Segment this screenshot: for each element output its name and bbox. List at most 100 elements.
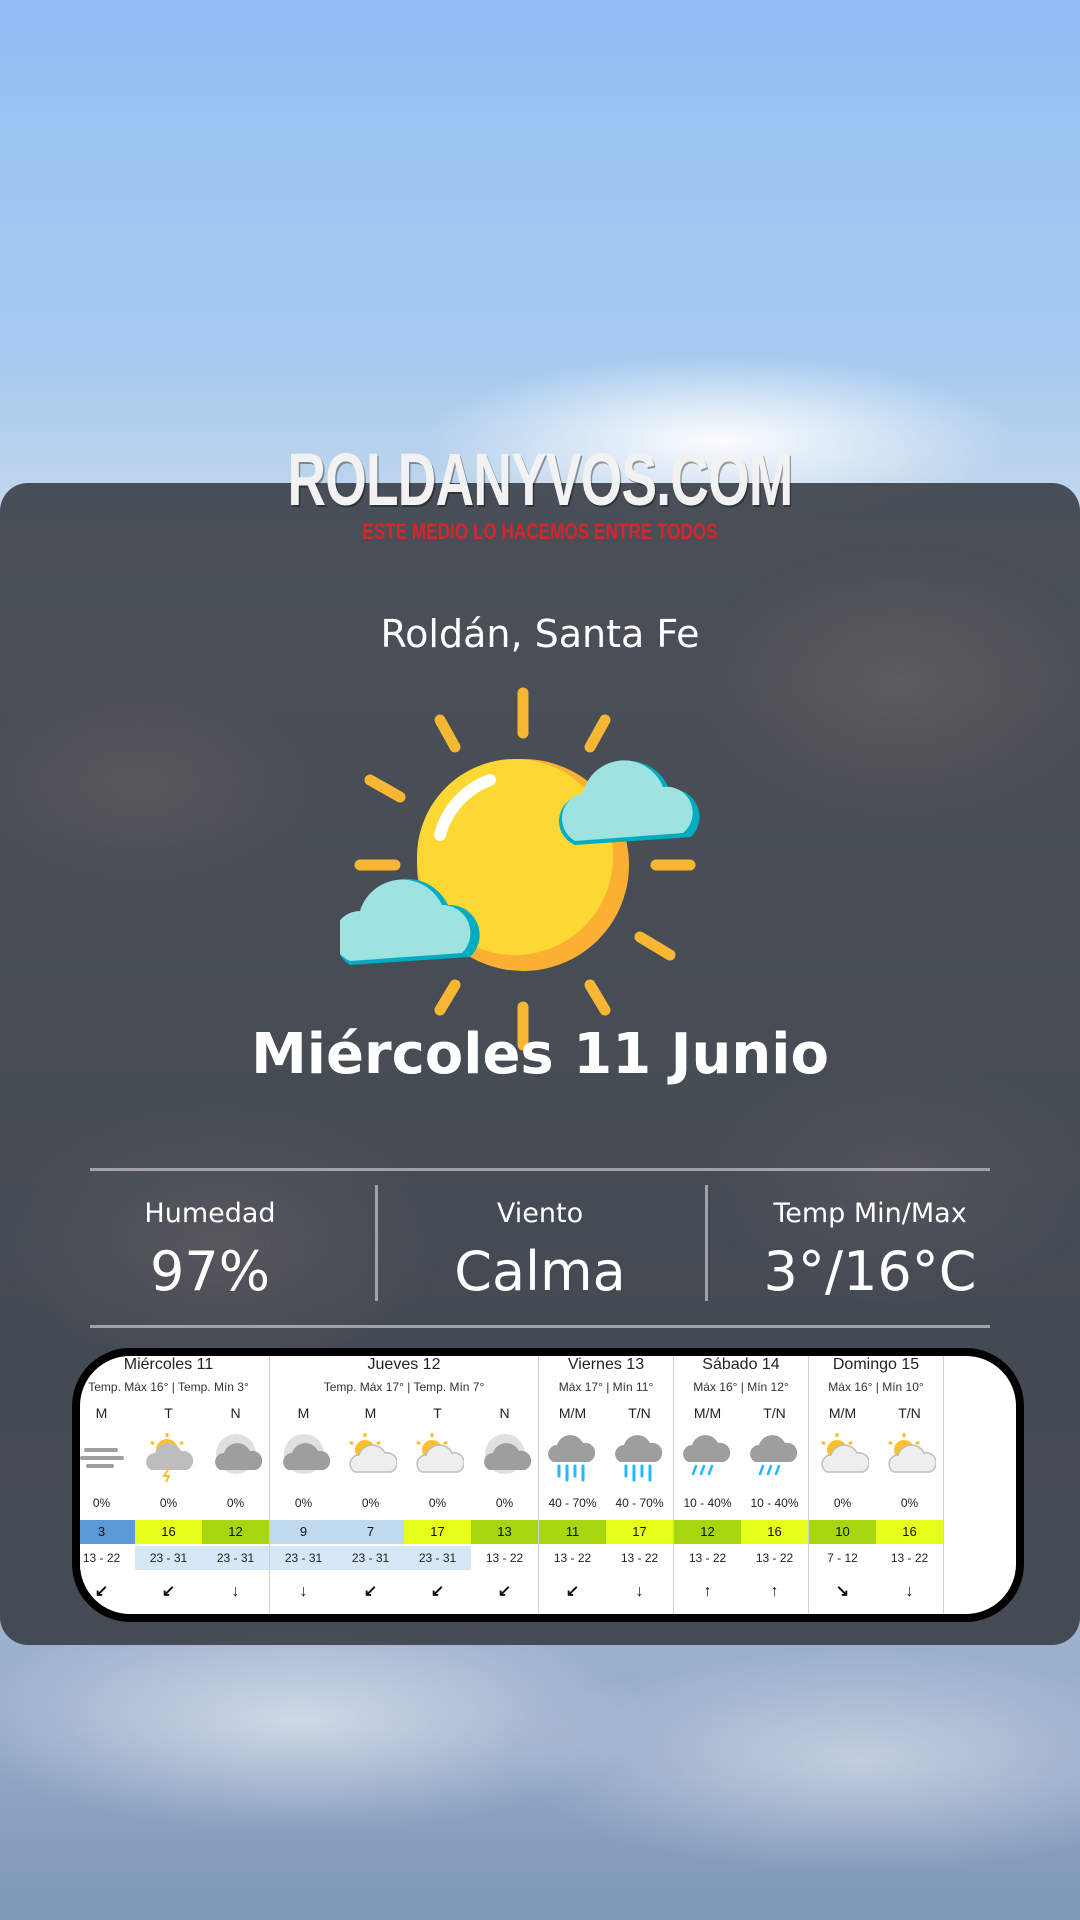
forecast-day-title: Jueves 12 xyxy=(367,1356,441,1373)
wind-value: Calma xyxy=(454,1240,626,1303)
forecast-day: Sábado 14 Máx 16° | Mín 12° M/M 10 - 40% 12 1… xyxy=(674,1356,809,1614)
forecast-period: T/N 0% 16 13 - 22 ↓ xyxy=(876,1402,943,1614)
range-value: 13 - 22 xyxy=(80,1546,135,1570)
period-label: T xyxy=(433,1405,442,1421)
range-value: 13 - 22 xyxy=(471,1546,538,1570)
range-value: 7 - 12 xyxy=(809,1546,876,1570)
precipitation-probability: 0% xyxy=(495,1496,514,1510)
forecast-period: M 0% 7 23 - 31 ↙ xyxy=(337,1402,404,1614)
forecast-periods: M/M 40 - 70% 11 13 - 22 ↙ T/N 40 - 70% 17 13 - 2… xyxy=(539,1402,673,1614)
precipitation-probability: 0% xyxy=(92,1496,111,1510)
temperature-index: 17 xyxy=(606,1520,673,1544)
forecast-day-temps: Máx 17° | Mín 11° xyxy=(558,1380,654,1394)
temperature-index: 16 xyxy=(135,1520,202,1544)
wind-direction-icon: ↑ xyxy=(703,1583,712,1600)
precipitation-probability: 0% xyxy=(361,1496,380,1510)
temperature-index: 3 xyxy=(80,1520,135,1544)
logo-text: ROLDANYVOS.COM xyxy=(287,438,794,521)
period-label: T/N xyxy=(763,1405,786,1421)
temperature-value: 3°/16°C xyxy=(763,1240,977,1303)
range-value: 23 - 31 xyxy=(404,1546,471,1570)
fog-icon xyxy=(80,1448,124,1468)
current-date: Miércoles 11 Junio xyxy=(251,1022,829,1087)
forecast-periods: M/M 10 - 40% 12 13 - 22 ↑ T/N 10 - 40% 16 13 - 2… xyxy=(674,1402,808,1614)
logo-tagline: ESTE MEDIO LO HACEMOS ENTRE TODOS xyxy=(362,519,718,544)
wind-label: Viento xyxy=(496,1198,584,1229)
wind-direction-icon: ↓ xyxy=(635,1583,644,1600)
range-value: 23 - 31 xyxy=(337,1546,404,1570)
forecast-period: T 0% 17 23 - 31 ↙ xyxy=(404,1402,471,1614)
period-label: M xyxy=(297,1405,310,1421)
precipitation-probability: 40 - 70% xyxy=(615,1496,664,1510)
partly-cloudy-icon xyxy=(416,1433,464,1473)
forecast-day: Domingo 15 Máx 16° | Mín 10° M/M 0% 10 7 - 12… xyxy=(809,1356,944,1614)
location-label: Roldán, Santa Fe xyxy=(380,612,700,656)
brand-logo: ROLDANYVOS.COM ESTE MEDIO LO HACEMOS ENT… xyxy=(0,440,1080,544)
period-label: T/N xyxy=(628,1405,651,1421)
forecast-day-temps: Temp. Máx 16° | Temp. Mín 3° xyxy=(88,1380,249,1394)
temperature-index: 11 xyxy=(539,1520,606,1544)
light-rain-icon xyxy=(683,1435,731,1476)
stat-divider xyxy=(375,1185,378,1301)
precipitation-probability: 0% xyxy=(226,1496,245,1510)
precipitation-probability: 0% xyxy=(833,1496,852,1510)
partly-cloudy-icon xyxy=(888,1433,936,1473)
temperature-index: 13 xyxy=(471,1520,538,1544)
range-value: 13 - 22 xyxy=(741,1546,808,1570)
wind-direction-icon: ↙ xyxy=(565,1583,580,1600)
partly-cloudy-icon xyxy=(821,1433,869,1473)
period-label: N xyxy=(499,1405,510,1421)
wind-direction-icon: ↓ xyxy=(299,1583,308,1600)
wind-stat: Viento Calma xyxy=(400,1196,680,1308)
partly-cloudy-icon xyxy=(349,1433,397,1473)
forecast-day: Jueves 12 Temp. Máx 17° | Temp. Mín 7° M 0%… xyxy=(270,1356,539,1614)
rain-icon xyxy=(615,1435,663,1482)
forecast-day-title: Viernes 13 xyxy=(567,1356,645,1373)
forecast-period: N 0% 12 23 - 31 ↓ xyxy=(202,1402,269,1614)
temperature-index: 9 xyxy=(270,1520,337,1544)
period-label: T/N xyxy=(898,1405,921,1421)
wind-direction-icon: ↙ xyxy=(430,1583,445,1600)
forecast-day-temps: Máx 16° | Mín 10° xyxy=(828,1380,924,1394)
rain-icon xyxy=(548,1435,596,1482)
forecast-period: T 0% 16 23 - 31 ↙ xyxy=(135,1402,202,1614)
wind-direction-icon: ↓ xyxy=(231,1583,240,1600)
forecast-period: M/M 10 - 40% 12 13 - 22 ↑ xyxy=(674,1402,741,1614)
period-label: N xyxy=(230,1405,241,1421)
forecast-day-temps: Temp. Máx 17° | Temp. Mín 7° xyxy=(323,1380,485,1394)
forecast-period: T/N 40 - 70% 17 13 - 22 ↓ xyxy=(606,1402,673,1614)
forecast-day-title: Miércoles 11 xyxy=(123,1356,214,1373)
light-rain-icon xyxy=(750,1435,798,1476)
forecast-period: T/N 10 - 40% 16 13 - 22 ↑ xyxy=(741,1402,808,1614)
precipitation-probability: 40 - 70% xyxy=(548,1496,597,1510)
range-value: 13 - 22 xyxy=(876,1546,943,1570)
precipitation-probability: 0% xyxy=(159,1496,178,1510)
period-label: M/M xyxy=(558,1405,587,1421)
wind-direction-icon: ↘ xyxy=(835,1583,850,1600)
period-label: M/M xyxy=(693,1405,722,1421)
temperature-index: 12 xyxy=(202,1520,269,1544)
temperature-index: 16 xyxy=(741,1520,808,1544)
range-value: 23 - 31 xyxy=(135,1546,202,1570)
forecast-periods: M 0% 3 13 - 22 ↙ T 0% 16 23 - 31 ↙ N 0% 12 23 - 31 ↓ xyxy=(80,1402,269,1614)
humidity-value: 97% xyxy=(149,1240,271,1303)
precipitation-probability: 0% xyxy=(900,1496,919,1510)
wind-direction-icon: ↙ xyxy=(497,1583,512,1600)
range-value: 23 - 31 xyxy=(202,1546,269,1570)
forecast-periods: M 0% 9 23 - 31 ↓ M 0% 7 23 - 31 ↙ T 0% 17 23 - 31 ↙ N 0%… xyxy=(270,1402,538,1614)
forecast-period: N 0% 13 13 - 22 ↙ xyxy=(471,1402,538,1614)
forecast-day-temps: Máx 16° | Mín 12° xyxy=(693,1380,789,1394)
precipitation-probability: 10 - 40% xyxy=(750,1496,799,1510)
range-value: 23 - 31 xyxy=(270,1546,337,1570)
temperature-stat: Temp Min/Max 3°/16°C xyxy=(730,1196,1010,1308)
humidity-label: Humedad xyxy=(144,1198,276,1229)
forecast-table: Miércoles 11 Temp. Máx 16° | Temp. Mín 3°… xyxy=(72,1348,1024,1622)
cloudy-night-icon xyxy=(484,1434,531,1474)
forecast-period: M/M 0% 10 7 - 12 ↘ xyxy=(809,1402,876,1614)
stat-divider xyxy=(705,1185,708,1301)
temperature-index: 16 xyxy=(876,1520,943,1544)
temperature-index: 12 xyxy=(674,1520,741,1544)
temperature-index: 7 xyxy=(337,1520,404,1544)
wind-direction-icon: ↙ xyxy=(363,1583,378,1600)
forecast-day-title: Sábado 14 xyxy=(702,1356,780,1373)
